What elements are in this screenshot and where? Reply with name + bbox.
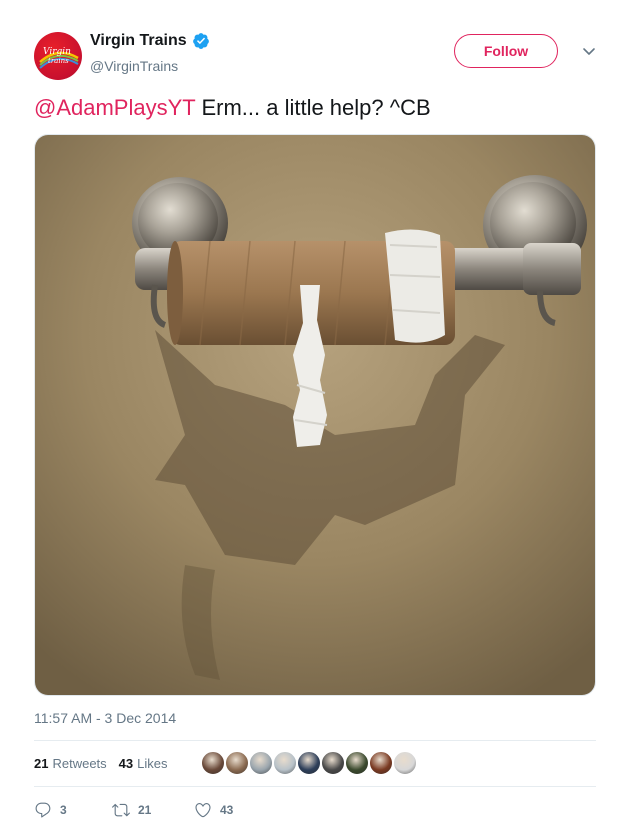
account-name[interactable]: Virgin Trains: [90, 32, 187, 50]
stats-divider-top: [34, 740, 596, 741]
reply-count: 3: [60, 803, 67, 817]
tweet-text: @AdamPlaysYT Erm... a little help? ^CB: [34, 94, 431, 122]
retweet-button[interactable]: 21: [112, 801, 194, 819]
liker-avatar[interactable]: [248, 750, 274, 776]
tweet-stats: 21 Retweets 43 Likes: [34, 750, 180, 776]
liker-avatar[interactable]: [344, 750, 370, 776]
tweet-actions: 3 21 43: [34, 800, 233, 820]
tweet-header: Virgin trains Virgin Trains @VirginTrain…: [34, 28, 604, 80]
account-handle[interactable]: @VirginTrains: [90, 58, 178, 74]
retweet-icon: [112, 803, 130, 817]
retweet-count: 21: [138, 803, 152, 817]
heart-icon: [195, 803, 211, 818]
liker-avatar[interactable]: [224, 750, 250, 776]
liker-avatar[interactable]: [296, 750, 322, 776]
virgin-trains-avatar[interactable]: Virgin trains: [34, 32, 82, 80]
reply-icon: [35, 802, 51, 818]
liker-avatar[interactable]: [320, 750, 346, 776]
mention-link[interactable]: @AdamPlaysYT: [34, 95, 195, 120]
reply-button[interactable]: 3: [34, 801, 112, 819]
verified-badge-icon: [192, 33, 209, 49]
retweets-label: Retweets: [52, 755, 107, 771]
liker-avatar[interactable]: [368, 750, 394, 776]
likes-label: Likes: [137, 755, 168, 771]
retweets-count: 21: [34, 755, 49, 771]
svg-text:Virgin: Virgin: [43, 47, 71, 57]
retweets-stat[interactable]: 21 Retweets: [34, 756, 119, 771]
tweet-body: Erm... a little help? ^CB: [195, 95, 431, 120]
follow-button[interactable]: Follow: [454, 34, 558, 68]
liker-avatars: [200, 750, 418, 776]
liker-avatar[interactable]: [392, 750, 418, 776]
tweet-timestamp[interactable]: 11:57 AM - 3 Dec 2014: [34, 710, 176, 726]
chevron-down-icon[interactable]: [582, 44, 596, 58]
liker-avatar[interactable]: [272, 750, 298, 776]
tweet-photo[interactable]: [34, 134, 596, 696]
likes-stat[interactable]: 43 Likes: [119, 756, 180, 771]
like-count: 43: [220, 803, 234, 817]
liker-avatar[interactable]: [200, 750, 226, 776]
stats-divider-bottom: [34, 786, 596, 787]
svg-text:trains: trains: [48, 57, 69, 65]
likes-count: 43: [118, 755, 134, 771]
like-button[interactable]: 43: [194, 801, 233, 819]
